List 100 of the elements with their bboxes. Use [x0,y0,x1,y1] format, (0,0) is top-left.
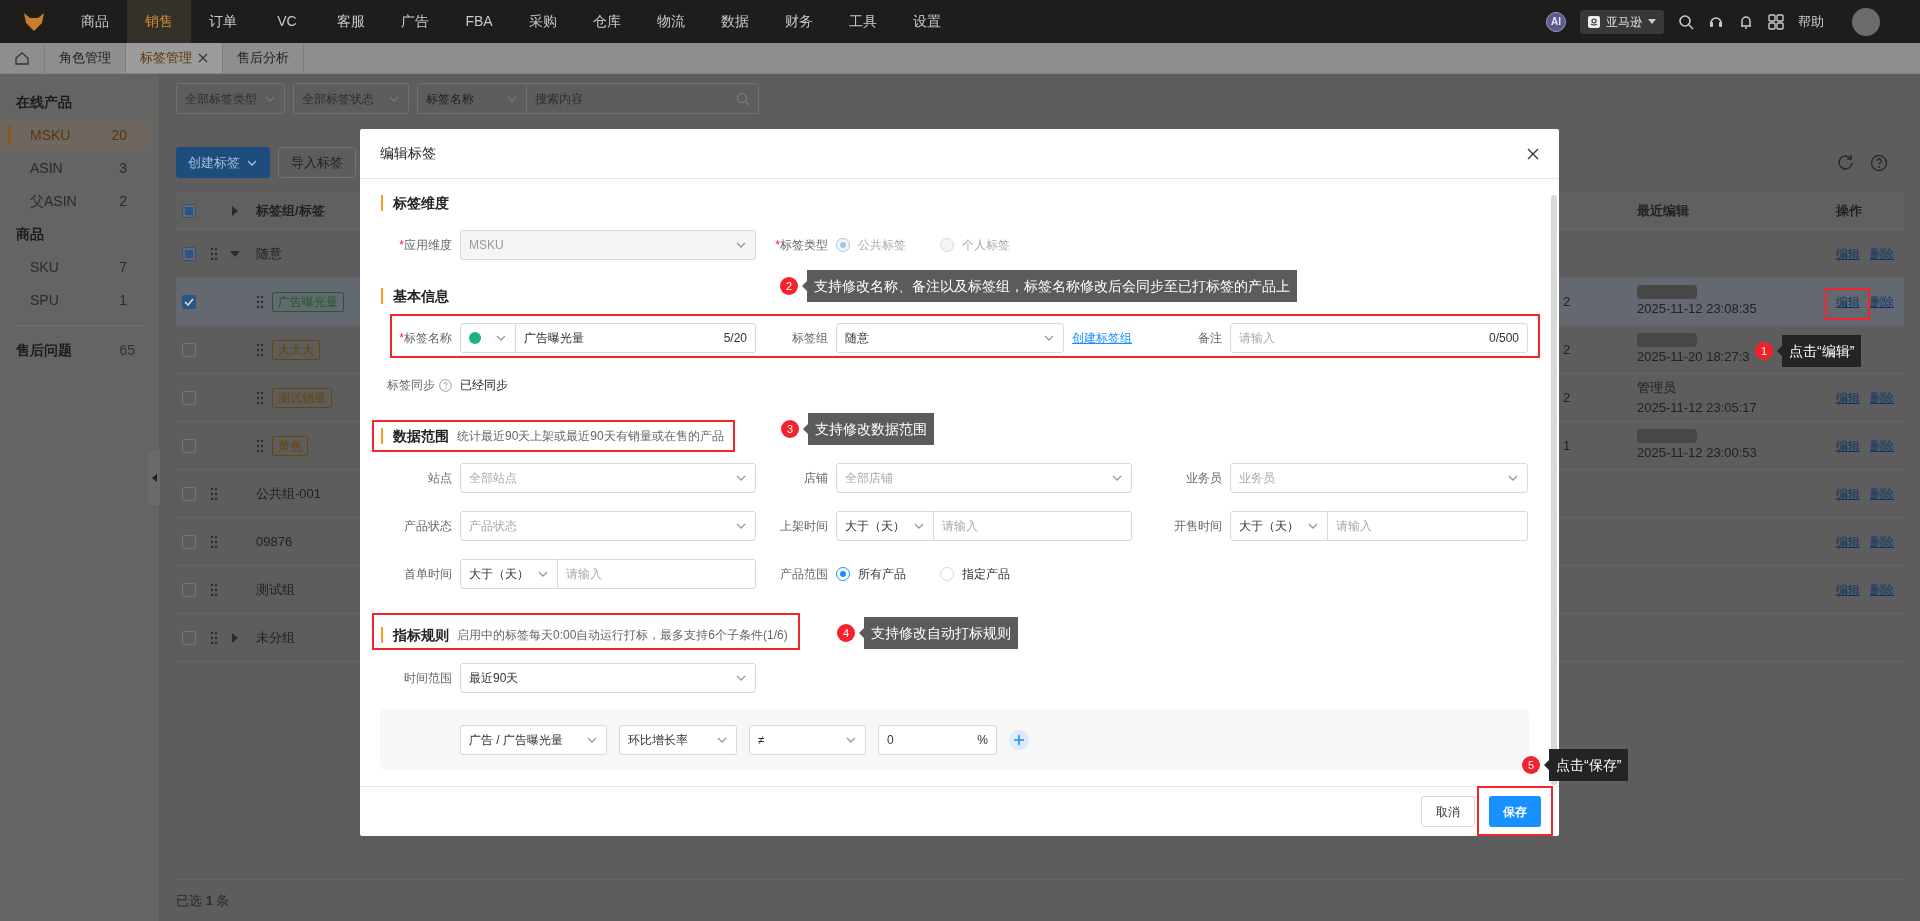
tag-group-select[interactable]: 随意 [836,323,1064,353]
metric-select[interactable]: 广告 / 广告曝光量 [460,724,607,755]
nav-item[interactable]: 订单 [191,0,255,43]
field-label: 首单时间 [403,566,452,583]
nav-item[interactable]: 工具 [831,0,895,43]
option-label: 个人标签 [962,237,1010,254]
field-label: *标签名称 [398,330,452,347]
ai-badge[interactable]: AI [1546,11,1566,32]
home-icon[interactable] [15,51,29,65]
marketplace-select[interactable]: 亚马逊 [1580,9,1664,34]
nav-item[interactable]: 商品 [63,0,127,43]
listed-days-field[interactable]: 请输入 [934,511,1132,541]
nav-item[interactable]: 设置 [895,0,959,43]
marketplace-icon [1588,15,1600,28]
highlight-frame [1825,288,1870,320]
section-title: 数据范围 [381,428,449,444]
drag-handle-icon [210,630,218,645]
checkbox[interactable] [182,582,196,597]
field-label: 时间范围 [403,670,452,687]
checkbox[interactable] [182,342,196,357]
step-number: 1 [1755,342,1773,360]
drag-handle-icon [256,294,264,309]
checkbox[interactable] [182,390,196,405]
nav-item[interactable]: 采购 [511,0,575,43]
add-condition-button[interactable] [1009,729,1029,750]
calculation-select[interactable]: 环比增长率 [619,724,737,755]
search-field-select[interactable]: 标签名称 [417,83,527,114]
nav-item[interactable]: VC [255,0,319,43]
shop-select[interactable]: 全部店铺 [836,463,1132,493]
help-icon[interactable] [1870,153,1888,172]
help-icon[interactable] [439,378,452,392]
edit-time: 2025-11-12 23:05:17 [1637,398,1757,417]
sidebar-item[interactable]: 父ASIN 2 [0,185,151,218]
first-order-days-field[interactable]: 请输入 [558,559,756,589]
group-name: 09876 [256,532,293,551]
drag-handle-icon [210,582,218,597]
checkbox[interactable] [182,630,196,645]
character-count: 0/500 [1488,330,1519,346]
salesperson-select[interactable]: 业务员 [1230,463,1528,493]
collapse-handle[interactable] [148,450,160,505]
nav-item[interactable]: 数据 [703,0,767,43]
sale-days-field[interactable]: 请输入 [1328,511,1528,541]
color-select[interactable] [460,323,516,353]
nav-item[interactable]: 仓库 [575,0,639,43]
logo-icon [22,11,45,32]
tag: 测试销量 [272,387,332,408]
sidebar-item[interactable]: ASIN 3 [0,152,151,185]
sidebar-item[interactable]: SKU 7 [0,251,151,284]
tag: 广告曝光量 [272,291,344,312]
create-group-link[interactable]: 创建标签组 [1072,329,1132,347]
field-label: 业务员 [1185,470,1222,487]
tab[interactable]: 标签管理 [126,43,223,73]
nav-item[interactable]: FBA [447,0,511,43]
scrollbar[interactable] [1551,195,1557,785]
nav-item[interactable]: 广告 [383,0,447,43]
save-button[interactable]: 保存 [1489,796,1541,827]
caret-down-icon[interactable] [230,248,240,259]
search-icon[interactable] [1678,13,1694,30]
listed-days-operator-select[interactable]: 大于（天） [836,511,934,541]
drag-handle-icon [256,342,264,357]
time-range-select[interactable]: 最近90天 [460,663,756,693]
radio-button[interactable] [836,567,850,581]
operator-select[interactable]: ≠ [749,724,866,755]
cancel-button[interactable]: 取消 [1421,796,1475,827]
nav-item[interactable]: 物流 [639,0,703,43]
callout: 点击“保存” [1544,749,1629,781]
avatar[interactable] [1852,7,1880,36]
first-order-days-operator-select[interactable]: 大于（天） [460,559,558,589]
status-select[interactable]: 产品状态 [460,511,756,541]
site-select[interactable]: 全部站点 [460,463,756,493]
sale-days-operator-select[interactable]: 大于（天） [1230,511,1328,541]
group-name: 未分组 [256,628,295,647]
bell-icon[interactable] [1738,13,1754,30]
tab[interactable]: 售后分析 [223,43,304,73]
caret-right-icon[interactable] [230,205,240,216]
help-link[interactable]: 帮助 [1798,11,1824,32]
nav-item[interactable]: 销售 [127,0,191,43]
field-label: 备注 [1197,330,1222,347]
delete-link[interactable]: 删除 [1870,292,1894,311]
checkbox[interactable] [182,534,196,549]
checkbox[interactable] [182,438,196,453]
caret-right-icon[interactable] [230,632,240,643]
group-name: 公共组-001 [256,484,322,503]
create-tag-button[interactable]: 创建标签 [176,147,270,178]
checkbox[interactable] [182,486,196,501]
grid-icon[interactable] [1768,13,1784,30]
table-cell-text: 2 [1563,388,1571,407]
nav-item[interactable]: 财务 [767,0,831,43]
drag-handle-icon [210,486,218,501]
column-header: 标签组/标签 [256,201,325,220]
nav-item[interactable]: 客服 [319,0,383,43]
close-icon[interactable] [1527,147,1539,160]
table-cell-text: 2 [1563,340,1571,359]
unit-label: % [977,731,988,748]
edit-link[interactable]: 编辑 [1836,292,1860,311]
edit-time: 2025-11-12 23:00:53 [1637,443,1757,462]
section-description: 启用中的标签每天0:00自动运行打标，最多支持6个子条件(1/6) [457,627,788,644]
refresh-icon[interactable] [1837,154,1854,171]
sidebar-item[interactable]: SPU 1 [0,284,151,317]
drag-handle-icon [210,534,218,549]
